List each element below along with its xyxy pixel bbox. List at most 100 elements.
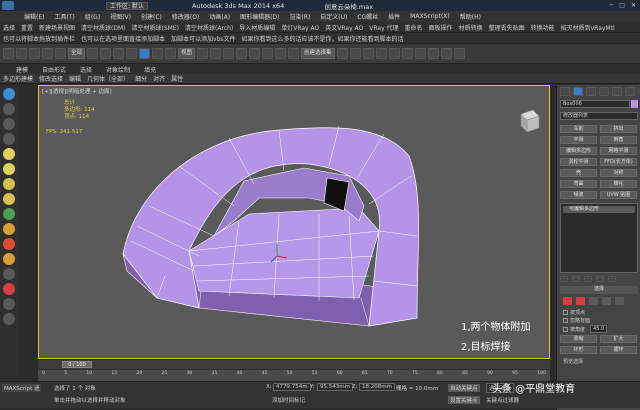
- maxscript-listener[interactable]: MAXScript 迷: [2, 384, 42, 392]
- edge-mode-icon[interactable]: [576, 297, 585, 305]
- plugin-button[interactable]: 转换功能: [531, 23, 555, 32]
- plugin-button[interactable]: 选择: [3, 23, 15, 32]
- bend-button[interactable]: 弯曲: [560, 180, 597, 188]
- unlink-icon[interactable]: [42, 48, 53, 59]
- menu-item[interactable]: 插件: [388, 12, 400, 21]
- menu-item[interactable]: MAXScript(X): [410, 13, 450, 20]
- menu-item[interactable]: 编辑(E): [24, 12, 44, 21]
- select-rotate-icon[interactable]: [152, 48, 164, 59]
- key-filters-button[interactable]: 关键点过滤器: [486, 396, 519, 404]
- plugin-button[interactable]: 掐灭材质到vRayMtl: [561, 23, 615, 32]
- rendered-frame-icon[interactable]: [440, 48, 452, 59]
- ribbon-tab-freeform[interactable]: 自由形式: [42, 65, 66, 74]
- border-mode-icon[interactable]: [589, 297, 598, 305]
- ribbon-panel[interactable]: 修改选择: [39, 74, 63, 83]
- bevel-button[interactable]: 倒角: [600, 136, 637, 144]
- ribbon-panel[interactable]: 对齐: [153, 74, 165, 83]
- symmetry-button[interactable]: 对称: [600, 169, 637, 177]
- polygon-mode-icon[interactable]: [602, 297, 611, 305]
- ribbon-panel[interactable]: 多边形建模: [3, 74, 33, 83]
- menu-item[interactable]: 自定义(U): [320, 12, 347, 21]
- menu-item[interactable]: 渲染(R): [289, 12, 310, 21]
- spinner-snap-icon[interactable]: [275, 48, 287, 59]
- selection-filter-dropdown[interactable]: 全部: [68, 48, 86, 59]
- x-coord-field[interactable]: 4779.754m: [273, 383, 311, 391]
- extrude-button[interactable]: 挤出: [600, 125, 637, 133]
- ring-button[interactable]: 环形: [560, 346, 597, 354]
- tube-icon[interactable]: [3, 193, 15, 205]
- ignore-backfacing-option[interactable]: 忽略背面: [563, 317, 590, 324]
- noise-button[interactable]: 噪波: [560, 191, 597, 199]
- shrink-button[interactable]: 收缩: [560, 335, 597, 343]
- checkbox-icon[interactable]: [563, 318, 568, 323]
- plugin-button[interactable]: 重命名: [405, 23, 423, 32]
- smooth-button[interactable]: 平滑: [560, 136, 597, 144]
- render-setup-icon[interactable]: [427, 48, 439, 59]
- uvw-map-button[interactable]: UVW 贴图: [600, 191, 637, 199]
- plugin-button[interactable]: 新建场景视图: [39, 23, 75, 32]
- green-teapot-icon[interactable]: [3, 208, 15, 220]
- redo-icon[interactable]: [16, 48, 27, 59]
- rect-selection-icon[interactable]: [113, 48, 125, 59]
- menu-item[interactable]: 帮助(H): [460, 12, 481, 21]
- graphite-ribbon-icon[interactable]: [375, 48, 387, 59]
- set-key-button[interactable]: 设置关键点: [448, 396, 480, 404]
- blue-sphere-icon[interactable]: [3, 88, 15, 100]
- red-shape-icon[interactable]: [3, 283, 15, 295]
- link-icon[interactable]: [29, 48, 40, 59]
- plugin-hint[interactable]: 加脚本可以添加vbs文件: [171, 34, 236, 43]
- ribbon-tab-modeling[interactable]: 建模: [16, 65, 28, 74]
- by-angle-option[interactable]: 按角度 45.0: [563, 325, 608, 333]
- select-move-icon[interactable]: [139, 48, 151, 59]
- render-production-icon[interactable]: [453, 48, 465, 59]
- schematic-view-icon[interactable]: [401, 48, 413, 59]
- auto-key-button[interactable]: 自动关键点: [448, 384, 480, 392]
- helper-icon[interactable]: [3, 268, 15, 280]
- show-end-result-icon[interactable]: [572, 276, 580, 282]
- lathe-button[interactable]: 车削: [560, 125, 597, 133]
- shell-button[interactable]: 壳: [560, 169, 597, 177]
- plugin-button[interactable]: 英文VRay AO: [325, 23, 363, 32]
- plugin-button[interactable]: 清空材质球(SME): [132, 23, 179, 32]
- ribbon-tab-object-paint[interactable]: 对象绘制: [106, 65, 130, 74]
- named-selection-set-dropdown[interactable]: 创建选择集: [301, 48, 335, 59]
- plugin-button[interactable]: 导入材质编辑: [239, 23, 275, 32]
- ribbon-panel[interactable]: 几何体（全部）: [87, 74, 129, 83]
- yellow-sphere-icon[interactable]: [3, 148, 15, 160]
- display-tab-icon[interactable]: [612, 87, 622, 96]
- make-unique-icon[interactable]: [584, 276, 592, 282]
- spline-icon[interactable]: [3, 298, 15, 310]
- stack-item-editable-poly[interactable]: 可编辑多边形: [563, 206, 635, 213]
- angle-spinner[interactable]: 45.0: [590, 325, 608, 333]
- viewcube[interactable]: [520, 109, 540, 133]
- menu-item[interactable]: CG螺丝: [357, 12, 378, 21]
- menu-item[interactable]: 修改器(O): [172, 12, 199, 21]
- material-editor-icon[interactable]: [414, 48, 426, 59]
- remove-modifier-icon[interactable]: [596, 276, 604, 282]
- edit-poly-button[interactable]: 编辑多边形: [560, 147, 597, 155]
- pivot-center-icon[interactable]: [197, 48, 209, 59]
- modify-tab-icon[interactable]: [573, 87, 583, 96]
- selection-rollout-header[interactable]: 选择: [560, 286, 638, 294]
- time-slider[interactable]: 0 / 100: [38, 359, 550, 369]
- layer-manager-icon[interactable]: [362, 48, 374, 59]
- pin-stack-icon[interactable]: [560, 276, 568, 282]
- menu-item[interactable]: 组(G): [85, 12, 100, 21]
- y-coord-field[interactable]: 95.543mm: [317, 383, 353, 391]
- manipulate-icon[interactable]: [210, 48, 222, 59]
- object-name-field[interactable]: Box006: [560, 100, 630, 108]
- ffd-box-button[interactable]: FFD(长方体): [600, 158, 637, 166]
- ribbon-tab-selection[interactable]: 选择: [80, 65, 92, 74]
- angle-snap-icon[interactable]: [249, 48, 261, 59]
- plane-icon[interactable]: [3, 178, 15, 190]
- reference-coord-dropdown[interactable]: 视图: [178, 48, 196, 59]
- checkbox-icon[interactable]: [563, 326, 568, 332]
- plugin-hint[interactable]: 如果你看到这么多的话应该不是你，如果你还能看到脚本的话: [242, 34, 404, 43]
- box-icon[interactable]: [3, 103, 15, 115]
- loop-button[interactable]: 循环: [600, 346, 637, 354]
- menu-item[interactable]: 视图(V): [110, 12, 131, 21]
- snap-toggle-icon[interactable]: [236, 48, 248, 59]
- plugin-button[interactable]: 材质转换: [459, 23, 483, 32]
- hierarchy-tab-icon[interactable]: [586, 87, 596, 96]
- maximize-icon[interactable]: □: [619, 2, 625, 9]
